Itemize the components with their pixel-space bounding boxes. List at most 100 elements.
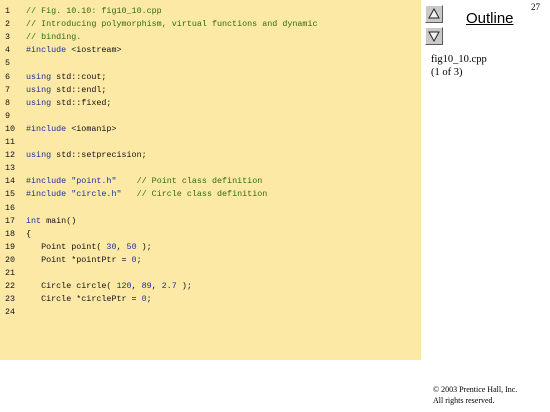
code-token: <iostream> xyxy=(66,45,122,56)
code-text: // Fig. 10.10: fig10_10.cpp xyxy=(26,5,162,18)
code-text: #include <iostream> xyxy=(26,44,122,57)
code-line: 4 #include <iostream> xyxy=(0,44,421,57)
code-text: int main() xyxy=(26,215,76,228)
code-string: "point.h" xyxy=(71,176,117,187)
line-number: 10 xyxy=(5,123,16,134)
line-number: 12 xyxy=(5,150,16,161)
code-line: 17 int main() xyxy=(0,215,421,228)
code-token: ; xyxy=(136,254,142,265)
code-token: Circle *circlePtr = xyxy=(26,294,142,305)
code-number: 89 xyxy=(141,281,152,292)
outline-link[interactable]: Outline xyxy=(466,10,514,27)
code-line: 6 using std::cout; xyxy=(0,71,421,84)
code-text: #include <iomanip> xyxy=(26,123,116,136)
code-keyword: #include xyxy=(26,123,67,134)
code-line: 1 // Fig. 10.10: fig10_10.cpp xyxy=(0,5,421,18)
line-number: 2 xyxy=(5,19,11,30)
code-token: Point *pointPtr = xyxy=(26,254,132,265)
line-number: 19 xyxy=(5,241,16,252)
code-text: Point *pointPtr = 0; xyxy=(26,254,142,267)
code-text: Point point( 30, 50 ); xyxy=(26,241,152,254)
code-token: Point point( xyxy=(26,241,107,252)
code-text: #include "circle.h" // Circle class defi… xyxy=(26,188,267,201)
code-text: Circle circle( 120, 89, 2.7 ); xyxy=(26,280,192,293)
code-line: 3 // binding. xyxy=(0,31,421,44)
code-token: main() xyxy=(41,215,77,226)
code-token: std::endl; xyxy=(51,84,107,95)
code-line: 16 xyxy=(0,202,421,215)
code-line: 11 xyxy=(0,136,421,149)
code-text: // Introducing polymorphism, virtual fun… xyxy=(26,18,318,31)
line-number: 5 xyxy=(5,58,11,69)
code-token: ; xyxy=(146,294,152,305)
code-line: 22 Circle circle( 120, 89, 2.7 ); xyxy=(0,280,421,293)
code-text: using std::setprecision; xyxy=(26,149,147,162)
code-keyword: #include xyxy=(26,189,67,200)
code-keyword: using xyxy=(26,97,52,108)
line-number: 14 xyxy=(5,176,16,187)
line-number: 3 xyxy=(5,32,11,43)
code-line: 24 xyxy=(0,306,421,319)
rights-notice: All rights reserved. xyxy=(433,396,495,405)
code-text: { xyxy=(26,228,31,241)
code-number: 50 xyxy=(126,241,137,252)
page-number: 27 xyxy=(531,2,540,12)
line-number: 1 xyxy=(5,6,11,16)
code-line: 21 xyxy=(0,267,421,280)
code-line: 19 Point point( 30, 50 ); xyxy=(0,241,421,254)
code-text: using std::cout; xyxy=(26,71,106,84)
line-number: 23 xyxy=(5,294,16,305)
code-token: , xyxy=(116,241,127,252)
code-text: using std::endl; xyxy=(26,84,106,97)
line-number: 21 xyxy=(5,268,16,278)
line-number: 18 xyxy=(5,228,16,239)
code-comment: // binding. xyxy=(26,32,82,43)
line-number: 20 xyxy=(5,254,16,265)
code-line: 20 Point *pointPtr = 0; xyxy=(0,254,421,267)
next-slide-button[interactable] xyxy=(425,27,443,45)
line-number: 6 xyxy=(5,71,11,82)
code-number: 2.7 xyxy=(161,281,177,292)
triangle-up-icon xyxy=(428,8,440,19)
code-line: 15 #include "circle.h" // Circle class de… xyxy=(0,188,421,201)
code-keyword: int xyxy=(26,215,42,226)
copyright-notice: © 2003 Prentice Hall, Inc. xyxy=(433,385,518,394)
code-line: 7 using std::endl; xyxy=(0,84,421,97)
code-line: 8 using std::fixed; xyxy=(0,97,421,110)
code-listing-panel: 1 // Fig. 10.10: fig10_10.cpp 2 // Introduc… xyxy=(0,0,421,360)
line-number: 7 xyxy=(5,84,11,95)
line-number: 8 xyxy=(5,97,11,108)
code-token: <iomanip> xyxy=(66,123,117,134)
code-string: "circle.h" xyxy=(71,189,122,200)
code-comment: // Circle class definition xyxy=(136,189,268,200)
code-keyword: using xyxy=(26,71,52,82)
code-token: , xyxy=(151,281,162,292)
line-number: 4 xyxy=(5,45,11,56)
code-keyword: #include xyxy=(26,176,67,187)
code-token: { xyxy=(26,228,32,239)
code-token: std::setprecision; xyxy=(51,150,147,161)
line-number: 24 xyxy=(5,307,16,318)
code-comment: // Fig. 10.10: fig10_10.cpp xyxy=(26,6,162,16)
code-number: 30 xyxy=(106,241,117,252)
code-text: // binding. xyxy=(26,31,81,44)
triangle-down-icon xyxy=(428,31,440,42)
file-name: fig10_10.cpp xyxy=(431,54,487,65)
code-line: 14 #include "point.h" // Point class defi… xyxy=(0,175,421,188)
code-keyword: using xyxy=(26,84,52,95)
code-line: 2 // Introducing polymorphism, virtual fu… xyxy=(0,18,421,31)
code-line: 13 xyxy=(0,162,421,175)
code-text: #include "point.h" // Point class defini… xyxy=(26,175,262,188)
previous-slide-button[interactable] xyxy=(425,5,443,23)
code-token: Circle circle( xyxy=(26,281,117,292)
code-number: 120 xyxy=(116,281,132,292)
code-token: std::cout; xyxy=(51,71,107,82)
code-keyword: #include xyxy=(26,45,67,56)
code-comment: // Point class definition xyxy=(136,176,263,187)
line-number: 11 xyxy=(5,137,16,147)
code-token: ); xyxy=(176,281,192,292)
code-token: , xyxy=(131,281,142,292)
code-text: Circle *circlePtr = 0; xyxy=(26,293,152,306)
line-number: 13 xyxy=(5,163,16,174)
